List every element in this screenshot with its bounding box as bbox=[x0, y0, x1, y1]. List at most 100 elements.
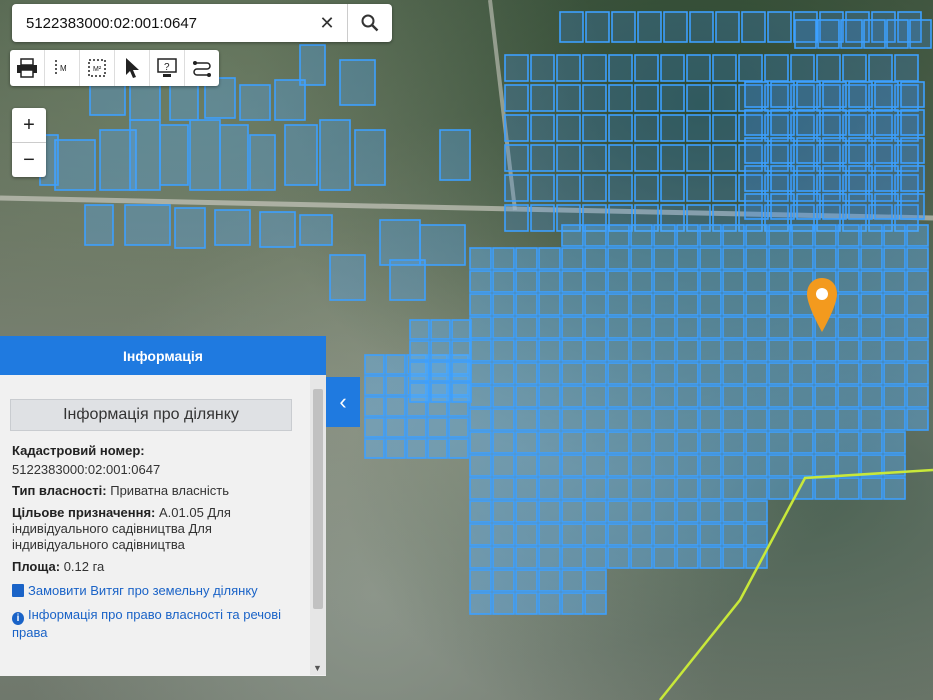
parcel[interactable] bbox=[469, 339, 492, 362]
parcel[interactable] bbox=[469, 523, 492, 546]
parcel[interactable] bbox=[768, 362, 791, 385]
parcel[interactable] bbox=[676, 385, 699, 408]
parcel[interactable] bbox=[848, 165, 873, 192]
parcel[interactable] bbox=[561, 339, 584, 362]
parcel[interactable] bbox=[791, 224, 814, 247]
parcel[interactable] bbox=[409, 361, 430, 382]
parcel[interactable] bbox=[653, 339, 676, 362]
parcel[interactable] bbox=[744, 81, 769, 108]
parcel[interactable] bbox=[530, 54, 555, 82]
zoom-in-button[interactable]: + bbox=[12, 108, 46, 143]
parcel[interactable] bbox=[699, 270, 722, 293]
parcel[interactable] bbox=[448, 438, 469, 459]
parcel[interactable] bbox=[745, 339, 768, 362]
parcel[interactable] bbox=[556, 174, 581, 202]
parcel[interactable] bbox=[608, 84, 633, 112]
parcel[interactable] bbox=[768, 339, 791, 362]
parcel[interactable] bbox=[814, 385, 837, 408]
parcel[interactable] bbox=[538, 247, 561, 270]
parcel[interactable] bbox=[699, 247, 722, 270]
parcel[interactable] bbox=[584, 247, 607, 270]
parcel[interactable] bbox=[741, 11, 766, 43]
scrollbar-thumb[interactable] bbox=[313, 389, 323, 609]
measure-area-button[interactable]: M² bbox=[80, 50, 115, 86]
parcel[interactable] bbox=[561, 477, 584, 500]
parcel[interactable] bbox=[699, 316, 722, 339]
parcel[interactable] bbox=[634, 54, 659, 82]
parcel[interactable] bbox=[607, 224, 630, 247]
parcel[interactable] bbox=[492, 362, 515, 385]
parcel[interactable] bbox=[764, 54, 789, 82]
parcel[interactable] bbox=[538, 339, 561, 362]
parcel[interactable] bbox=[791, 408, 814, 431]
parcel[interactable] bbox=[900, 165, 925, 192]
parcel[interactable] bbox=[768, 408, 791, 431]
parcel[interactable] bbox=[129, 79, 161, 121]
collapse-panel-button[interactable]: ‹ bbox=[326, 377, 360, 427]
parcel[interactable] bbox=[584, 569, 607, 592]
parcel[interactable] bbox=[722, 247, 745, 270]
parcel[interactable] bbox=[676, 546, 699, 569]
parcel[interactable] bbox=[607, 431, 630, 454]
parcel[interactable] bbox=[561, 362, 584, 385]
parcel[interactable] bbox=[169, 81, 199, 121]
parcel[interactable] bbox=[492, 408, 515, 431]
parcel[interactable] bbox=[584, 385, 607, 408]
search-button[interactable] bbox=[348, 4, 392, 42]
parcel[interactable] bbox=[906, 224, 929, 247]
parcel[interactable] bbox=[582, 114, 607, 142]
parcel[interactable] bbox=[630, 385, 653, 408]
parcel[interactable] bbox=[530, 204, 555, 232]
parcel[interactable] bbox=[848, 81, 873, 108]
parcel[interactable] bbox=[722, 477, 745, 500]
parcel[interactable] bbox=[469, 500, 492, 523]
parcel[interactable] bbox=[585, 11, 610, 43]
parcel[interactable] bbox=[584, 408, 607, 431]
parcel[interactable] bbox=[556, 54, 581, 82]
parcel[interactable] bbox=[469, 270, 492, 293]
parcel[interactable] bbox=[676, 293, 699, 316]
parcel[interactable] bbox=[712, 54, 737, 82]
parcel[interactable] bbox=[790, 54, 815, 82]
parcel[interactable] bbox=[84, 204, 114, 246]
parcel[interactable] bbox=[515, 500, 538, 523]
parcel[interactable] bbox=[848, 193, 873, 220]
parcel[interactable] bbox=[837, 477, 860, 500]
parcel[interactable] bbox=[584, 477, 607, 500]
parcel[interactable] bbox=[556, 84, 581, 112]
parcel[interactable] bbox=[492, 546, 515, 569]
parcel[interactable] bbox=[389, 259, 426, 301]
parcel[interactable] bbox=[837, 339, 860, 362]
parcel[interactable] bbox=[860, 270, 883, 293]
parcel[interactable] bbox=[906, 247, 929, 270]
parcel[interactable] bbox=[504, 174, 529, 202]
parcel[interactable] bbox=[561, 408, 584, 431]
parcel[interactable] bbox=[860, 385, 883, 408]
parcel[interactable] bbox=[492, 569, 515, 592]
parcel[interactable] bbox=[770, 137, 795, 164]
parcel[interactable] bbox=[860, 408, 883, 431]
parcel[interactable] bbox=[607, 500, 630, 523]
parcel[interactable] bbox=[874, 109, 899, 136]
panel-content[interactable]: Інформація про ділянку Кадастровий номер… bbox=[0, 375, 310, 675]
parcel[interactable] bbox=[653, 270, 676, 293]
parcel[interactable] bbox=[630, 523, 653, 546]
parcel[interactable] bbox=[883, 316, 906, 339]
parcel[interactable] bbox=[469, 592, 492, 615]
parcel[interactable] bbox=[837, 293, 860, 316]
parcel[interactable] bbox=[768, 385, 791, 408]
parcel[interactable] bbox=[406, 438, 427, 459]
parcel[interactable] bbox=[259, 211, 296, 248]
parcel[interactable] bbox=[637, 11, 662, 43]
parcel[interactable] bbox=[492, 270, 515, 293]
parcel[interactable] bbox=[607, 247, 630, 270]
parcel[interactable] bbox=[430, 382, 451, 403]
parcel[interactable] bbox=[584, 500, 607, 523]
parcel[interactable] bbox=[584, 592, 607, 615]
parcel[interactable] bbox=[538, 569, 561, 592]
parcel[interactable] bbox=[653, 408, 676, 431]
parcel[interactable] bbox=[249, 134, 276, 191]
parcel[interactable] bbox=[906, 385, 929, 408]
parcel[interactable] bbox=[492, 316, 515, 339]
parcel[interactable] bbox=[722, 293, 745, 316]
